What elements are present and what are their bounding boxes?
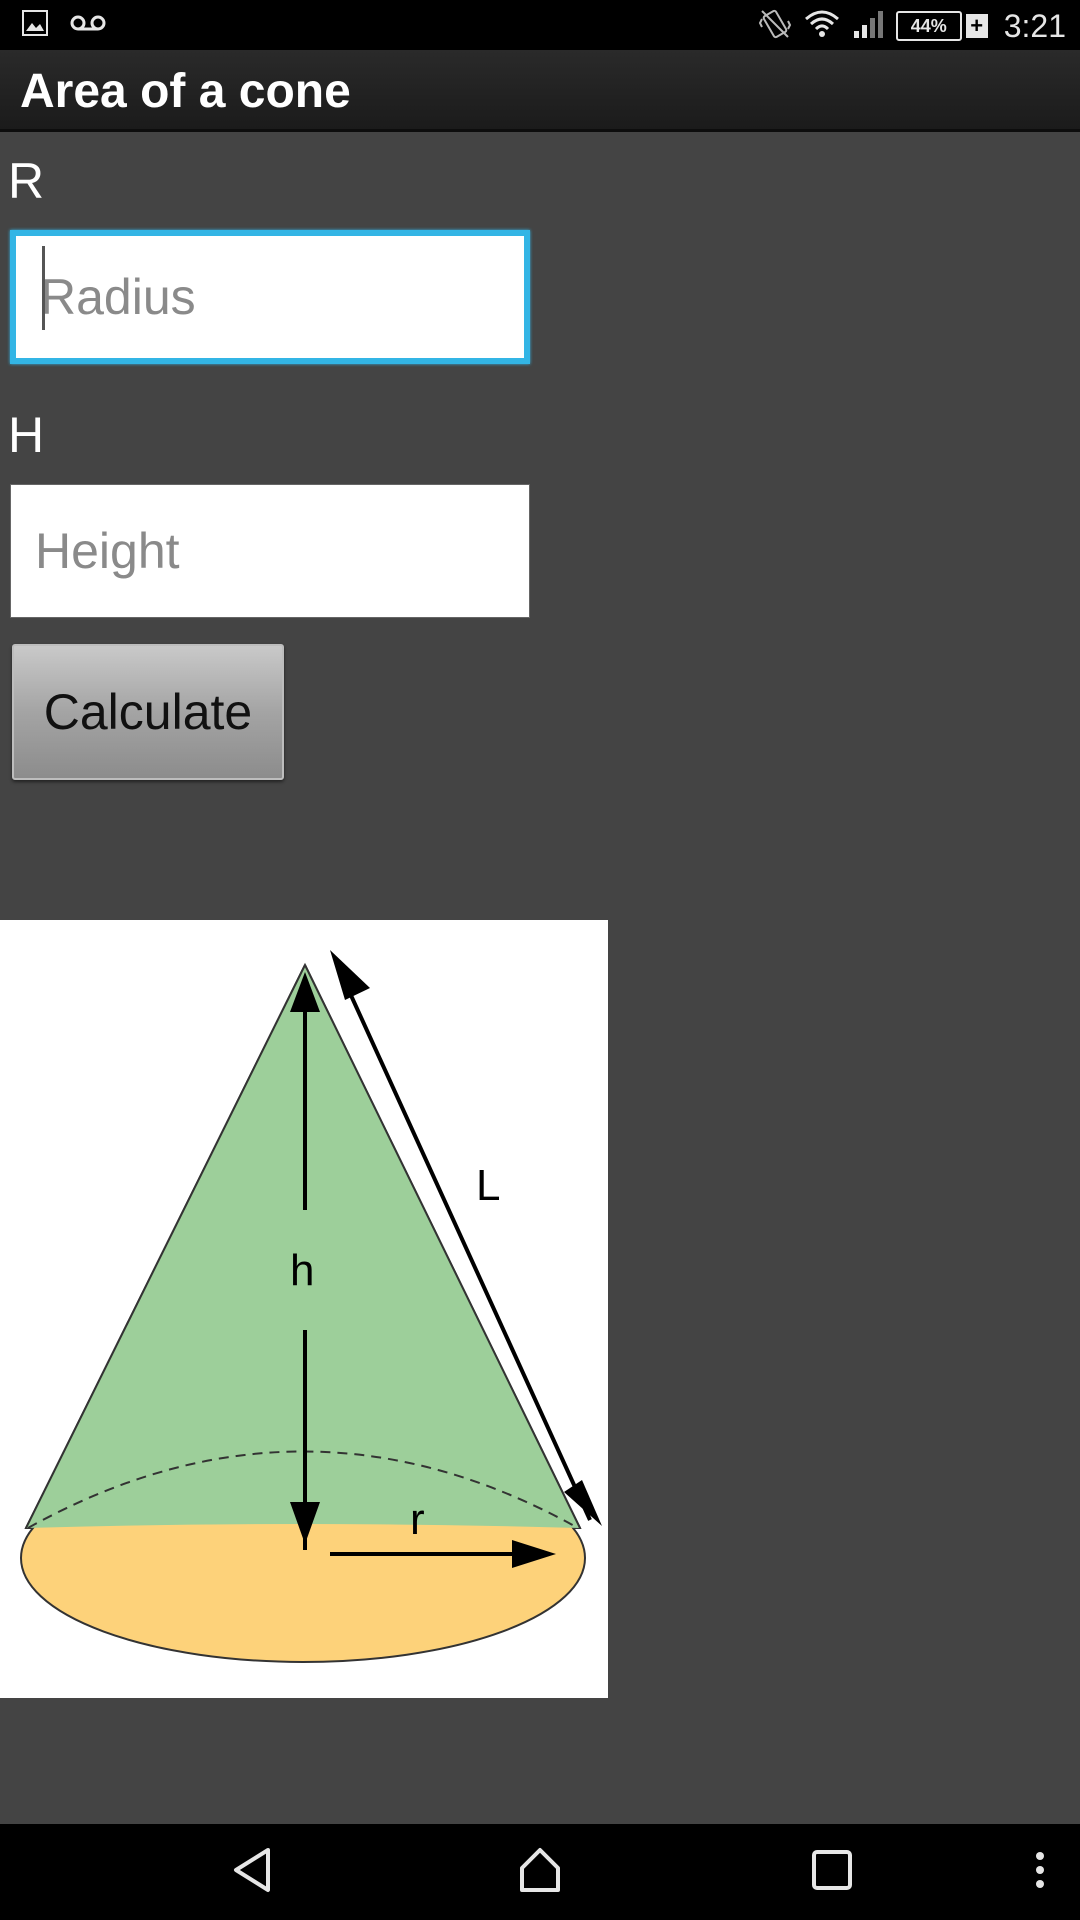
radius-symbol: r <box>410 1495 425 1544</box>
slant-symbol: L <box>476 1161 500 1210</box>
back-icon[interactable] <box>228 1844 276 1901</box>
radius-label: R <box>8 153 45 209</box>
navigation-bar <box>0 1824 1080 1920</box>
notification-icons <box>22 10 106 41</box>
clock: 3:21 <box>1003 7 1066 44</box>
height-input[interactable] <box>11 485 529 617</box>
cone-diagram: h L r <box>0 920 608 1698</box>
battery-icon: 44% <box>895 11 962 41</box>
calculate-button[interactable]: Calculate <box>12 644 284 780</box>
signal-icon <box>852 9 884 44</box>
radius-input[interactable] <box>16 236 524 358</box>
voicemail-icon <box>70 13 106 38</box>
vibrate-icon <box>758 7 792 46</box>
wifi-icon <box>804 9 840 44</box>
action-bar: Area of a cone <box>0 50 1080 132</box>
charging-plus-icon: + <box>965 13 988 38</box>
overflow-menu-icon[interactable] <box>1030 1844 1050 1901</box>
text-cursor <box>42 246 45 330</box>
app-title: Area of a cone <box>20 65 351 118</box>
recents-icon[interactable] <box>808 1844 856 1901</box>
status-bar: 44% + 3:21 <box>0 0 1080 50</box>
height-label: H <box>8 407 45 463</box>
radius-field[interactable] <box>10 230 530 364</box>
system-icons: 44% + 3:21 <box>758 4 1066 48</box>
height-field[interactable] <box>10 484 530 618</box>
battery-percent: 44% <box>910 15 947 36</box>
image-icon <box>22 10 48 41</box>
home-icon[interactable] <box>516 1844 564 1901</box>
height-symbol: h <box>290 1246 314 1295</box>
